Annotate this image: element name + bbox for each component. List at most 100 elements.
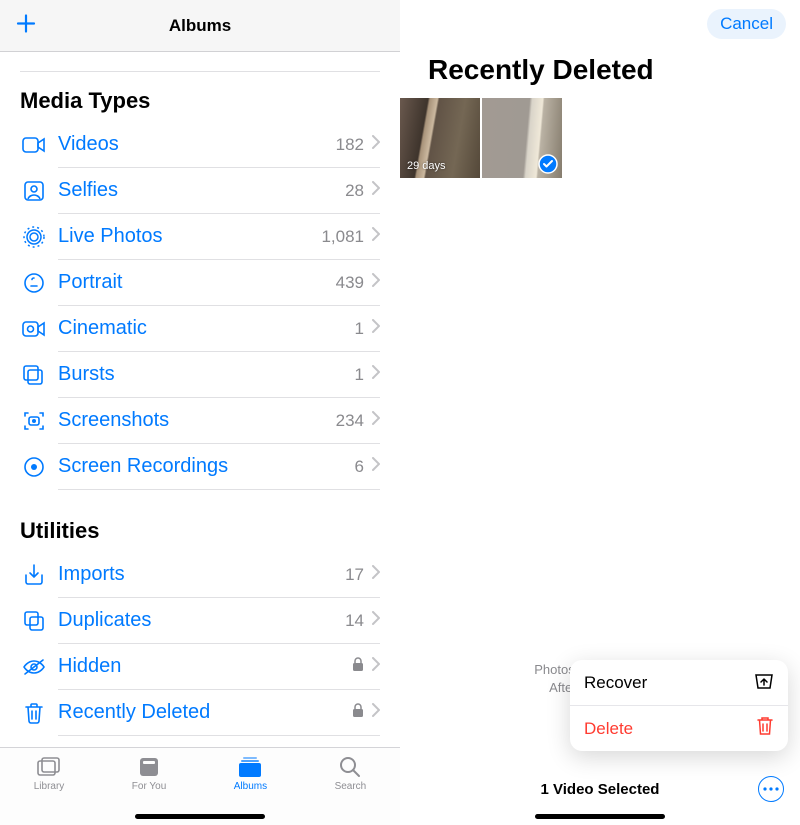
sheet-item-label: Delete: [584, 719, 633, 739]
recover-icon: [754, 670, 774, 695]
recover-button[interactable]: Recover: [570, 660, 788, 705]
row-label: Selfies: [58, 179, 345, 202]
chevron-right-icon: [372, 703, 380, 722]
chevron-right-icon: [372, 273, 380, 292]
selected-checkmark-icon: [538, 154, 558, 174]
plus-icon: [14, 11, 38, 35]
bottom-toolbar: 1 Video Selected: [400, 753, 800, 825]
row-cinematic[interactable]: Cinematic1: [58, 306, 380, 352]
row-label: Portrait: [58, 271, 336, 294]
tab-label: Library: [34, 781, 65, 792]
thumbnail-grid: 29 days: [400, 98, 800, 178]
row-hidden[interactable]: Hidden: [58, 644, 380, 690]
tab-bar: Library For You Albums Search: [0, 747, 400, 825]
row-count: 14: [345, 611, 364, 631]
for-you-icon: [138, 756, 160, 778]
days-remaining-badge: 29 days: [407, 160, 446, 172]
row-label: Screen Recordings: [58, 455, 355, 478]
recently-deleted-pane: Cancel Recently Deleted 29 days Photos a…: [400, 0, 800, 825]
row-count: 1: [355, 319, 364, 339]
trash-icon: [20, 702, 48, 724]
row-screenshots[interactable]: Screenshots234: [58, 398, 380, 444]
tab-search[interactable]: Search: [335, 756, 367, 792]
page-title: Recently Deleted: [400, 48, 800, 98]
row-videos[interactable]: Videos182: [58, 122, 380, 168]
tab-label: Search: [335, 781, 367, 792]
row-label: Bursts: [58, 363, 355, 386]
row-count: 1: [355, 365, 364, 385]
ellipsis-icon: [763, 787, 779, 791]
thumbnail[interactable]: 29 days: [400, 98, 480, 178]
row-label: Imports: [58, 563, 345, 586]
row-label: Live Photos: [58, 225, 321, 248]
bursts-icon: [20, 365, 48, 385]
chevron-right-icon: [372, 611, 380, 630]
content-scroll[interactable]: Media Types Videos182 Selfies28 Live Pho…: [0, 52, 400, 747]
chevron-right-icon: [372, 319, 380, 338]
row-live-photos[interactable]: Live Photos1,081: [58, 214, 380, 260]
chevron-right-icon: [372, 365, 380, 384]
live-photos-icon: [20, 226, 48, 248]
row-count: 1,081: [321, 227, 364, 247]
row-label: Recently Deleted: [58, 701, 352, 724]
cancel-button[interactable]: Cancel: [707, 9, 786, 39]
search-icon: [339, 756, 361, 778]
delete-button[interactable]: Delete: [570, 705, 788, 751]
row-label: Cinematic: [58, 317, 355, 340]
tab-label: For You: [132, 781, 166, 792]
nav-bar: Albums: [0, 0, 400, 52]
home-indicator: [535, 814, 665, 819]
row-label: Hidden: [58, 655, 352, 678]
video-icon: [20, 136, 48, 154]
row-count: 6: [355, 457, 364, 477]
row-count: 439: [336, 273, 364, 293]
row-duplicates[interactable]: Duplicates14: [58, 598, 380, 644]
lock-icon: [352, 703, 364, 723]
row-count: 182: [336, 135, 364, 155]
right-top-bar: Cancel: [400, 0, 800, 48]
hidden-icon: [20, 658, 48, 676]
utilities-heading: Utilities: [20, 490, 380, 552]
row-bursts[interactable]: Bursts1: [58, 352, 380, 398]
add-button[interactable]: [14, 11, 38, 40]
row-screen-recordings[interactable]: Screen Recordings6: [58, 444, 380, 490]
chevron-right-icon: [372, 227, 380, 246]
sheet-item-label: Recover: [584, 673, 647, 693]
section-divider: [20, 52, 380, 72]
row-imports[interactable]: Imports17: [58, 552, 380, 598]
albums-pane: Albums Media Types Videos182 Selfies28 L…: [0, 0, 400, 825]
lock-icon: [352, 657, 364, 677]
thumbnail[interactable]: [482, 98, 562, 178]
portrait-icon: [20, 272, 48, 294]
row-portrait[interactable]: Portrait439: [58, 260, 380, 306]
row-count: 17: [345, 565, 364, 585]
more-button[interactable]: [758, 776, 784, 802]
row-count: 234: [336, 411, 364, 431]
chevron-right-icon: [372, 181, 380, 200]
home-indicator: [135, 814, 265, 819]
row-recently-deleted[interactable]: Recently Deleted: [58, 690, 380, 736]
row-label: Duplicates: [58, 609, 345, 632]
tab-albums[interactable]: Albums: [234, 756, 267, 792]
selfies-icon: [20, 180, 48, 202]
screenshots-icon: [20, 410, 48, 432]
media-types-heading: Media Types: [20, 72, 380, 122]
chevron-right-icon: [372, 565, 380, 584]
chevron-right-icon: [372, 457, 380, 476]
tab-library[interactable]: Library: [34, 756, 65, 792]
imports-icon: [20, 564, 48, 586]
tab-for-you[interactable]: For You: [132, 756, 166, 792]
nav-title: Albums: [169, 16, 231, 36]
action-sheet: Recover Delete: [570, 660, 788, 751]
library-icon: [36, 756, 62, 778]
albums-icon: [238, 756, 262, 778]
duplicates-icon: [20, 610, 48, 632]
row-label: Screenshots: [58, 409, 336, 432]
row-selfies[interactable]: Selfies28: [58, 168, 380, 214]
row-label: Videos: [58, 133, 336, 156]
screen-recordings-icon: [20, 456, 48, 478]
cinematic-icon: [20, 320, 48, 338]
chevron-right-icon: [372, 657, 380, 676]
chevron-right-icon: [372, 411, 380, 430]
tab-label: Albums: [234, 781, 267, 792]
